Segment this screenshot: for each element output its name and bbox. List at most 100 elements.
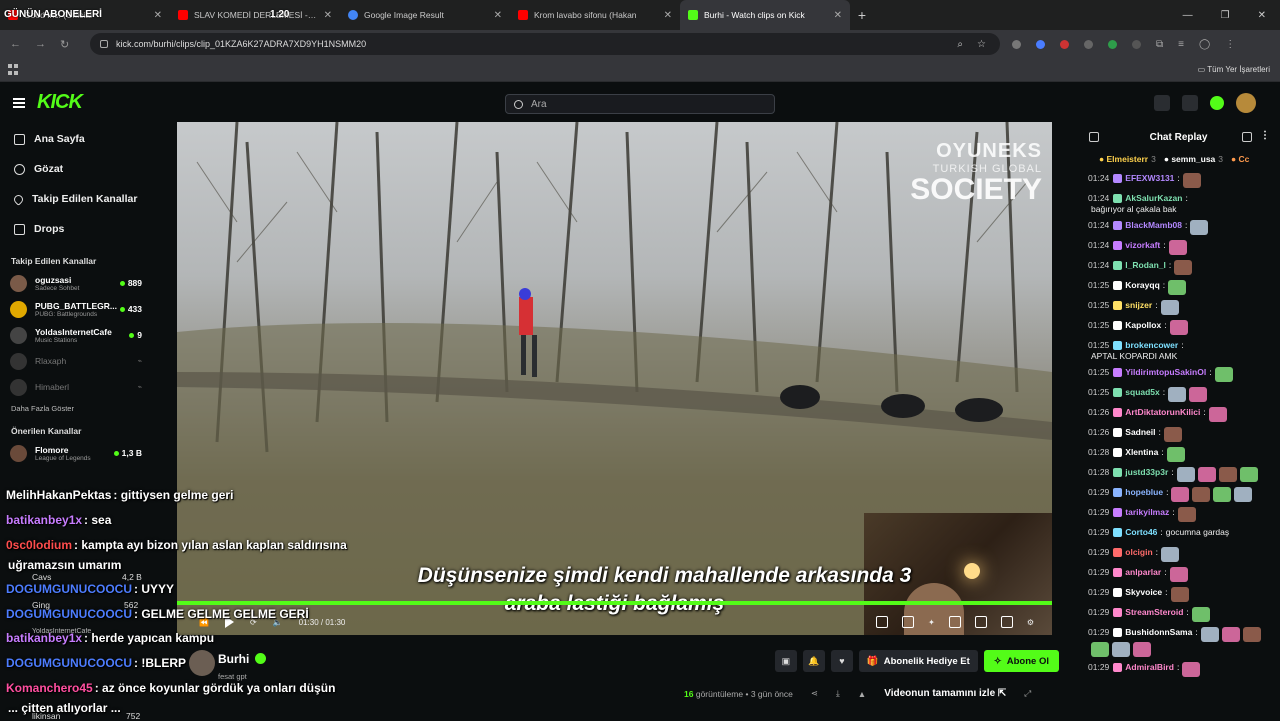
browser-tab[interactable]: Google Image Result ✕ [340, 0, 510, 30]
channel-item[interactable]: oguzsasi Sadece Sohbet 889 [0, 270, 152, 296]
chat-username[interactable]: ArtDiktatorunKilici [1125, 407, 1200, 418]
close-tab-icon[interactable]: ✕ [834, 10, 842, 21]
chat-username[interactable]: snijzer [1125, 300, 1152, 311]
theater-mode-icon[interactable] [1154, 95, 1170, 111]
browser-tab[interactable]: SLAV KOMEDİ DERLEMESİ - You ✕ [170, 0, 340, 30]
collapse-chat-icon[interactable] [1089, 132, 1099, 142]
chat-users-icon[interactable] [1242, 132, 1252, 142]
clip-save-button[interactable]: ▣ [774, 650, 797, 672]
extension-icon[interactable] [1132, 39, 1141, 49]
video-player[interactable]: OYUNEKS TURKISH GLOBAL SOCIETY Düşünseni… [177, 122, 1052, 635]
channel-name[interactable]: Burhi [218, 652, 249, 666]
extension-icon[interactable] [1036, 39, 1045, 49]
maximize-icon[interactable]: ❐ [1221, 10, 1230, 21]
chat-username[interactable]: AdmiralBird [1125, 662, 1174, 673]
channel-item[interactable]: Flomore League of Legends 1,3 B [0, 440, 152, 466]
chat-username[interactable]: olcigin [1125, 547, 1152, 558]
sidebar-item-browse[interactable]: Gözat [0, 154, 152, 184]
chat-username[interactable]: Xlentina [1125, 447, 1158, 458]
browser-tab-active[interactable]: Burhi - Watch clips on Kick ✕ [680, 0, 850, 30]
watch-full-video-link[interactable]: Videonun tamamını izle ⇱ [884, 688, 1006, 699]
close-tab-icon[interactable]: ✕ [494, 10, 502, 21]
channel-item-offline[interactable]: Rlaxaph ⌁ [0, 348, 152, 374]
channel-item[interactable]: YoldasInternetCafe Music Stations 9 [0, 322, 152, 348]
sidebar-item-following[interactable]: Takip Edilen Kanallar [0, 184, 152, 214]
minimize-icon[interactable]: — [1183, 10, 1193, 21]
user-avatar[interactable] [1236, 93, 1256, 113]
settings-sparkle-icon[interactable]: ✦ [928, 618, 935, 627]
chat-username[interactable]: brokencower [1125, 340, 1178, 351]
chat-username[interactable]: l_Rodan_l [1125, 260, 1166, 271]
chat-username[interactable]: tarikyilmaz [1125, 507, 1169, 518]
chat-username[interactable]: StreamSteroid [1125, 607, 1183, 618]
chat-username[interactable]: YildirimtopuSakinOl [1125, 367, 1206, 378]
chat-username[interactable]: vizorkaft [1125, 240, 1160, 251]
chat-username[interactable]: hopeblue [1125, 487, 1163, 498]
zoom-icon[interactable]: ⌕ [957, 39, 963, 50]
search-input[interactable]: Ara [505, 94, 775, 114]
top-gifter[interactable]: ● semm_usa 3 [1164, 154, 1223, 164]
extension-icon[interactable] [1084, 39, 1093, 49]
back-icon[interactable]: ← [10, 38, 21, 51]
close-tab-icon[interactable]: ✕ [154, 10, 162, 21]
subscribe-button[interactable]: ✧ Abone Ol [983, 650, 1059, 672]
channel-avatar[interactable] [189, 650, 215, 676]
show-more-link[interactable]: Daha Fazla Göster [0, 404, 152, 420]
close-tab-icon[interactable]: ✕ [664, 10, 672, 21]
url-field[interactable]: kick.com/burhi/clips/clip_01KZA6K27ADRA7… [90, 33, 1000, 55]
chat-username[interactable]: squad5x [1125, 387, 1160, 398]
theater-icon[interactable] [974, 616, 987, 628]
puzzle-icon[interactable]: ⧉ [1156, 39, 1163, 50]
menu-icon[interactable]: ⋮ [1225, 39, 1235, 50]
fullscreen-icon[interactable] [1000, 616, 1013, 628]
bookmark-star-icon[interactable]: ☆ [977, 39, 986, 50]
pip-icon[interactable] [902, 616, 915, 628]
chat-username[interactable]: Sadneil [1125, 427, 1155, 438]
kick-badge-icon[interactable] [1210, 96, 1224, 110]
follow-heart-button[interactable]: ♥ [830, 650, 853, 672]
chat-username[interactable]: anlparlar [1125, 567, 1161, 578]
chat-username[interactable]: BushidonnSama [1125, 627, 1192, 638]
chat-username[interactable]: EFEXW3131 [1125, 173, 1174, 184]
chat-menu-icon[interactable]: ⋮ [1260, 130, 1270, 141]
menu-hamburger-icon[interactable] [13, 98, 25, 108]
chat-username[interactable]: justd33p3r [1125, 467, 1168, 478]
close-window-icon[interactable]: ✕ [1258, 10, 1266, 21]
download-icon[interactable]: ⤓ [836, 688, 840, 699]
notification-bell-button[interactable]: 🔔 [802, 650, 825, 672]
all-bookmarks-link[interactable]: ▭ Tüm Yer İşaretleri [1198, 65, 1270, 74]
extension-icon[interactable] [1012, 39, 1021, 49]
extension-icon[interactable] [1108, 39, 1117, 49]
top-gifter[interactable]: ● Cc [1231, 154, 1249, 164]
share-icon[interactable]: ⋖ [811, 688, 818, 699]
forward-icon[interactable]: → [35, 38, 46, 51]
report-icon[interactable]: ▲ [858, 689, 866, 699]
sidebar-item-drops[interactable]: Drops [0, 214, 152, 244]
browse-icon[interactable] [1182, 95, 1198, 111]
chat-username[interactable]: Skyvoice [1125, 587, 1162, 598]
gift-subscription-button[interactable]: 🎁 Abonelik Hediye Et [858, 650, 978, 672]
chat-username[interactable]: BlackMamb08 [1125, 220, 1182, 231]
chat-username[interactable]: Kapollox [1125, 320, 1161, 331]
video-progress-bar[interactable] [177, 601, 1052, 605]
close-tab-icon[interactable]: ✕ [324, 10, 332, 21]
browser-tab[interactable]: Krom lavabo sifonu (Hakan ✕ [510, 0, 680, 30]
clip-icon[interactable] [876, 616, 889, 628]
gear-icon[interactable]: ⚙ [1027, 618, 1034, 627]
reload-icon[interactable]: ↻ [60, 38, 69, 51]
chat-username[interactable]: AkSalurKazan [1125, 193, 1182, 204]
media-icon[interactable]: ≡ [1178, 39, 1184, 50]
extension-icon[interactable] [1060, 39, 1069, 49]
top-gifter[interactable]: ● Elmeisterr 3 [1099, 154, 1156, 164]
sidebar-item-home[interactable]: Ana Sayfa [0, 124, 152, 154]
channel-item[interactable]: PUBG_BATTLEGR... PUBG: Battlegrounds 433 [0, 296, 152, 322]
expand-icon[interactable]: ⤢ [1024, 688, 1031, 699]
new-tab-button[interactable]: + [850, 7, 874, 23]
channel-item-offline[interactable]: Himaberl ⌁ [0, 374, 152, 400]
chat-username[interactable]: Corto46 [1125, 527, 1157, 538]
profile-icon[interactable]: ◯ [1199, 39, 1210, 50]
chat-username[interactable]: Korayqq [1125, 280, 1159, 291]
site-info-icon[interactable] [100, 40, 108, 48]
miniplayer-icon[interactable] [948, 616, 961, 628]
kick-logo[interactable]: KICK [37, 91, 83, 114]
